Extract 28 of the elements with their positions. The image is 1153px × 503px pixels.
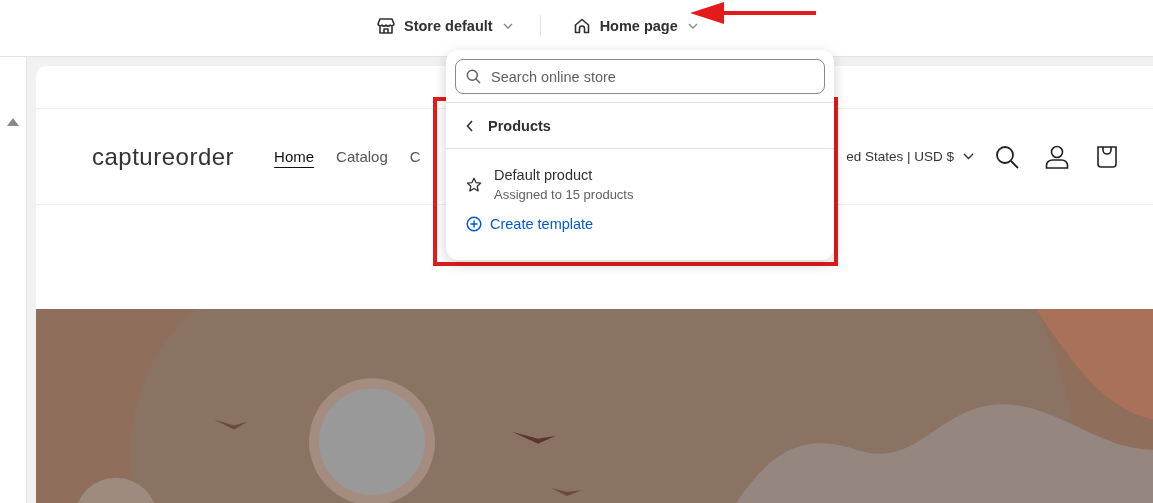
store-icon	[377, 16, 395, 35]
theme-selector[interactable]: Store default	[375, 12, 516, 39]
account-button[interactable]	[1045, 144, 1069, 169]
store-logo: captureorder	[92, 142, 235, 171]
chevron-down-icon	[501, 21, 514, 30]
star-icon	[466, 176, 482, 193]
nav-link[interactable]: C	[409, 148, 421, 165]
plus-circle-icon	[466, 216, 482, 232]
back-row[interactable]: Products	[446, 102, 834, 149]
person-icon	[1045, 144, 1069, 169]
cart-button[interactable]	[1095, 144, 1119, 169]
create-template-link[interactable]: Create template	[446, 202, 614, 232]
bag-icon	[1095, 144, 1119, 169]
country-selector[interactable]: ed States | USD $	[846, 149, 974, 164]
search-field[interactable]: Search online store	[455, 59, 825, 94]
nav-link[interactable]: Home	[274, 148, 315, 165]
page-selector[interactable]: Home page	[570, 12, 701, 39]
template-name: Default product	[494, 167, 594, 183]
nav-link[interactable]: Catalog	[336, 148, 388, 165]
template-detail: Assigned to 15 products	[494, 187, 634, 202]
home-icon	[572, 16, 591, 35]
chevron-down-icon	[963, 153, 974, 160]
chevron-down-icon	[686, 21, 699, 30]
search-icon	[995, 144, 1019, 169]
scroll-up-icon[interactable]	[7, 118, 19, 126]
chevron-left-icon	[466, 119, 474, 132]
search-button[interactable]	[995, 144, 1019, 169]
template-item[interactable]: Default product Assigned to 15 products	[446, 149, 834, 202]
